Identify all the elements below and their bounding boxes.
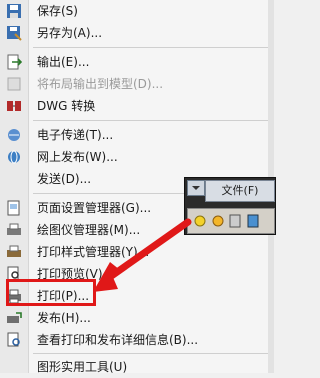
save-icon — [7, 4, 21, 18]
chevron-down-icon — [192, 186, 200, 190]
menu-item-publish-web[interactable]: 网上发布(W)... — [0, 146, 274, 168]
menu-item-drawing-utilities[interactable]: 图形实用工具(U) — [0, 356, 274, 378]
menu-separator — [33, 353, 269, 354]
menu-item-export-layout-to-model: 将布局输出到模型(D)... — [0, 73, 274, 95]
save-as-icon — [7, 26, 22, 41]
inset-toolbar-screenshot: 文件(F) — [184, 177, 276, 235]
menu-item-publish[interactable]: 发布(H)... — [0, 307, 274, 329]
menu-item-plot-publish-details[interactable]: 查看打印和发布详细信息(B)... — [0, 329, 274, 351]
page-setup-icon — [7, 200, 20, 216]
menu-separator — [33, 47, 269, 48]
menu-item-label: 打印样式管理器(Y)... — [37, 245, 150, 259]
menu-item-plot-style-manager[interactable]: 打印样式管理器(Y)... — [0, 241, 274, 263]
menu-item-save-as[interactable]: 另存为(A)... — [0, 22, 274, 44]
menu-item-label: 电子传递(T)... — [37, 128, 114, 142]
menu-item-label: DWG 转换 — [37, 99, 96, 113]
publish-web-icon — [8, 150, 20, 164]
menu-item-label: 将布局输出到模型(D)... — [37, 77, 164, 91]
plotter-manager-icon — [7, 223, 21, 235]
publish-icon — [7, 312, 22, 323]
inset-toolbar — [187, 208, 275, 234]
export-layout-icon — [7, 77, 21, 91]
menu-item-dwg-convert[interactable]: DWG 转换 — [0, 95, 274, 117]
plot-details-icon — [7, 332, 20, 347]
menu-item-label: 网上发布(W)... — [37, 150, 118, 164]
menu-item-save[interactable]: 保存(S) — [0, 0, 274, 22]
menu-item-export[interactable]: 输出(E)... — [0, 51, 274, 73]
menu-item-label: 发送(D)... — [37, 172, 92, 186]
dwg-convert-icon — [7, 101, 21, 111]
menu-item-label: 另存为(A)... — [37, 26, 103, 40]
menu-item-label: 保存(S) — [37, 4, 78, 18]
etransmit-icon — [8, 129, 20, 141]
menu-item-etransmit[interactable]: 电子传递(T)... — [0, 124, 274, 146]
export-icon — [7, 54, 22, 70]
menu-item-label: 页面设置管理器(G)... — [37, 201, 152, 215]
menu-item-label: 绘图仪管理器(M)... — [37, 223, 141, 237]
menu-separator — [33, 120, 269, 121]
file-menu-tab: 文件(F) — [205, 180, 275, 202]
menu-item-label: 输出(E)... — [37, 55, 90, 69]
menu-item-label: 查看打印和发布详细信息(B)... — [37, 333, 199, 347]
print-highlight-box — [6, 279, 96, 306]
toolbar-icons — [194, 214, 259, 228]
plot-style-icon — [7, 245, 21, 257]
menu-item-label: 发布(H)... — [37, 311, 91, 325]
menu-arrow-button — [187, 180, 205, 196]
